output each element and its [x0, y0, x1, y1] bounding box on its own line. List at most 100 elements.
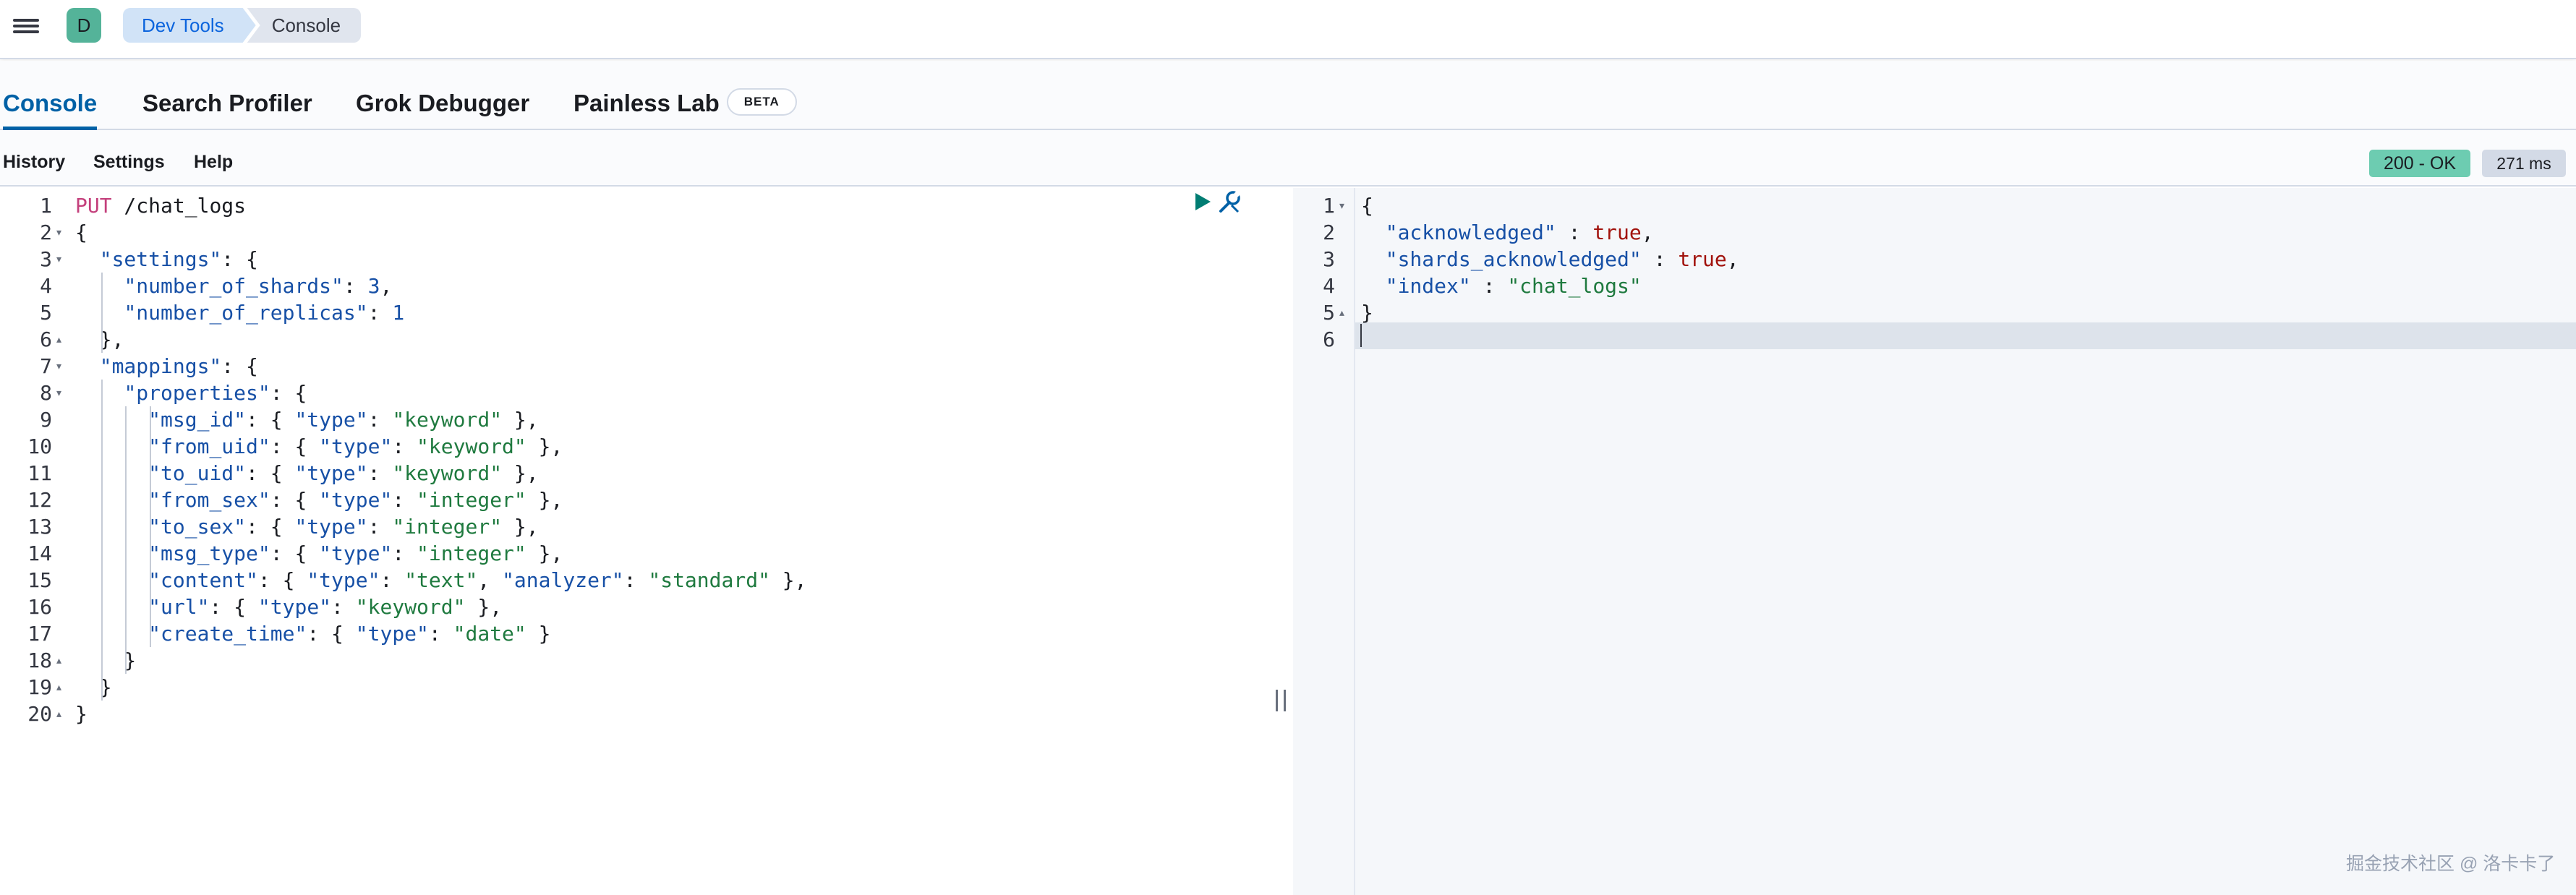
fold-collapse-icon[interactable]: ▴	[56, 674, 61, 701]
fold-collapse-icon[interactable]: ▴	[56, 701, 61, 727]
fold-collapse-icon[interactable]: ▴	[56, 326, 61, 353]
request-code[interactable]: PUT /chat_logs{ "settings": { "number_of…	[71, 188, 1271, 895]
code-token: : {	[307, 622, 356, 646]
request-line-number: 15	[27, 568, 52, 592]
response-line-number: 4	[1323, 274, 1335, 298]
code-token: "to_uid"	[148, 461, 247, 485]
code-token: "type"	[307, 568, 380, 592]
code-token: "text"	[404, 568, 478, 592]
tab-console[interactable]: Console	[3, 78, 98, 130]
code-token: : {	[270, 488, 320, 512]
code-token: :	[623, 568, 649, 592]
code-token: }	[75, 648, 137, 672]
code-token: "type"	[294, 408, 368, 432]
request-code-line: "content": { "type": "text", "analyzer":…	[75, 567, 807, 594]
devtools-tabs: Console Search Profiler Grok Debugger Pa…	[0, 61, 2576, 130]
request-code-line: "number_of_shards": 3,	[75, 273, 392, 299]
request-code-line: "msg_type": { "type": "integer" },	[75, 540, 563, 567]
request-line-number: 2	[40, 220, 52, 244]
code-token: "integer"	[417, 541, 526, 565]
response-code: { "acknowledged" : true, "shards_acknowl…	[1357, 188, 2576, 895]
code-token: {	[1361, 194, 1373, 218]
indent-guide	[101, 380, 103, 701]
fold-expanded-icon[interactable]: ▾	[56, 246, 61, 273]
fold-expanded-icon[interactable]: ▾	[56, 353, 61, 380]
settings-link[interactable]: Settings	[93, 152, 165, 173]
tab-grok-debugger[interactable]: Grok Debugger	[356, 78, 529, 130]
tab-painless-lab-label: Painless Lab	[573, 90, 720, 116]
code-token: "type"	[294, 515, 368, 539]
code-token: : {	[257, 568, 307, 592]
code-token: "keyword"	[392, 408, 503, 432]
fold-expanded-icon[interactable]: ▾	[56, 380, 61, 406]
code-token: },	[769, 568, 807, 592]
request-line-number: 7	[40, 354, 52, 378]
breadcrumb-console: Console	[247, 8, 362, 43]
tab-search-profiler[interactable]: Search Profiler	[142, 78, 312, 130]
request-code-line: "to_sex": { "type": "integer" },	[75, 513, 539, 540]
top-header: D Dev Tools Console	[0, 0, 2576, 59]
response-editor[interactable]: 1 ▾ 2 3 4 5 ▴ 6 { "acknowledged" : true, "shard…	[1293, 188, 2576, 895]
space-avatar[interactable]: D	[67, 8, 101, 43]
history-link[interactable]: History	[3, 152, 65, 173]
code-token: "chat_logs"	[1507, 274, 1642, 298]
breadcrumb-dev-tools[interactable]: Dev Tools	[123, 8, 256, 43]
indent-guide	[101, 273, 103, 353]
code-token: "type"	[257, 595, 332, 619]
code-token: : {	[246, 515, 295, 539]
code-token: },	[526, 541, 563, 565]
request-code-line: "to_uid": { "type": "keyword" },	[75, 460, 538, 487]
request-code-line: "msg_id": { "type": "keyword" },	[75, 406, 538, 433]
response-code-line: "acknowledged" : true,	[1361, 219, 1654, 246]
code-token: "acknowledged"	[1385, 220, 1556, 244]
console-toolbar: History Settings Help	[0, 130, 2576, 187]
tab-grok-debugger-label: Grok Debugger	[356, 90, 530, 116]
code-token: "from_sex"	[148, 488, 270, 512]
code-token: : {	[209, 595, 258, 619]
request-code-line: "mappings": {	[75, 353, 258, 380]
code-token: : {	[221, 354, 258, 378]
request-line-number: 19	[27, 675, 52, 699]
code-token: "shards_acknowledged"	[1385, 247, 1642, 271]
beta-badge: BETA	[726, 88, 797, 116]
request-line-number: 10	[27, 434, 52, 458]
fold-collapse-icon[interactable]: ▴	[1339, 299, 1344, 326]
pane-resizer[interactable]	[1276, 690, 1286, 711]
code-token: },	[502, 515, 539, 539]
code-token: "integer"	[417, 488, 526, 512]
code-token: :	[1470, 274, 1508, 298]
code-token: :	[428, 622, 453, 646]
code-token: : {	[246, 408, 295, 432]
code-token: /chat_logs	[111, 194, 247, 218]
code-token: 3	[367, 274, 380, 298]
fold-expanded-icon[interactable]: ▾	[1339, 192, 1344, 219]
menu-icon[interactable]	[13, 16, 39, 36]
help-link[interactable]: Help	[194, 152, 233, 173]
code-token: "content"	[148, 568, 258, 592]
code-token: }	[1361, 301, 1373, 325]
request-code-line: "from_sex": { "type": "integer" },	[75, 487, 563, 513]
code-token: "type"	[355, 622, 429, 646]
code-token: "date"	[453, 622, 526, 646]
request-code-line: "from_uid": { "type": "keyword" },	[75, 433, 563, 460]
tab-painless-lab[interactable]: Painless Lab BETA	[573, 78, 797, 130]
response-time-badge: 271 ms	[2482, 150, 2566, 177]
code-token: "mappings"	[99, 354, 222, 378]
code-token: : {	[270, 434, 320, 458]
tab-console-label: Console	[3, 90, 98, 116]
request-editor[interactable]: 1 2 ▾ 3 ▾ 4 5 6 ▴ 7 ▾ 8 ▾ 9 10 11 12 13 14 15 16 17 18 ▴ 19 ▴ 20 ▴ …	[0, 188, 1271, 895]
fold-expanded-icon[interactable]: ▾	[56, 219, 61, 246]
wrench-icon[interactable]	[1216, 189, 1242, 214]
indent-guide	[150, 406, 152, 647]
fold-collapse-icon[interactable]: ▴	[56, 647, 61, 674]
code-token: "number_of_replicas"	[124, 301, 368, 325]
play-icon[interactable]	[1194, 192, 1211, 211]
